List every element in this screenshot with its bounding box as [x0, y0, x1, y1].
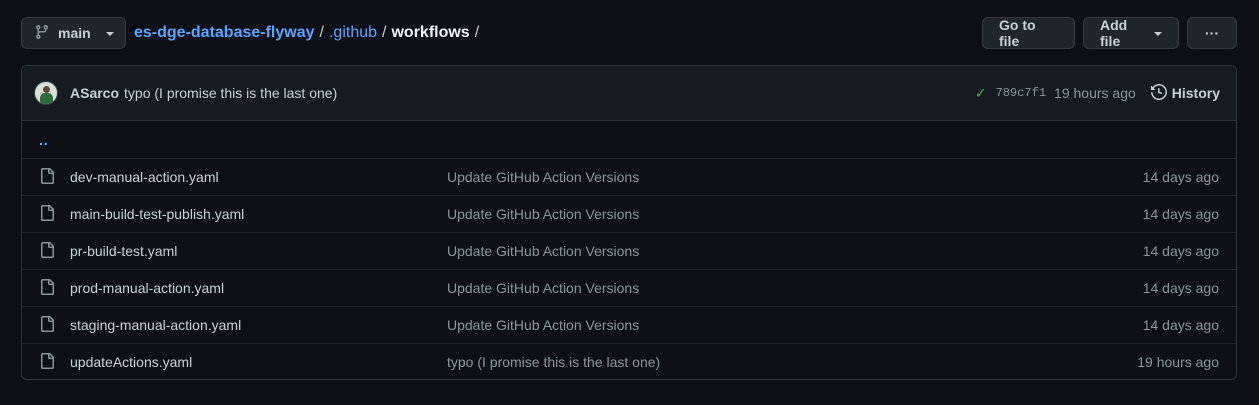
- file-commit-message-link[interactable]: Update GitHub Action Versions: [447, 317, 639, 333]
- file-icon: [39, 241, 55, 261]
- more-options-button[interactable]: ···: [1187, 17, 1237, 49]
- branch-name: main: [58, 25, 91, 41]
- parent-directory-row[interactable]: ..: [22, 121, 1236, 158]
- commit-sha-link[interactable]: 789c7f1: [996, 86, 1046, 100]
- commit-meta: ✓ 789c7f1 19 hours ago History: [975, 83, 1220, 103]
- kebab-horizontal-icon: ···: [1205, 25, 1219, 41]
- file-navigation: main es-dge-database-flyway / .github / …: [21, 17, 1237, 49]
- file-row[interactable]: main-build-test-publish.yaml Update GitHu…: [22, 195, 1236, 232]
- file-commit-age: 14 days ago: [1142, 317, 1219, 333]
- file-icon: [39, 167, 55, 187]
- file-name-link[interactable]: pr-build-test.yaml: [70, 243, 177, 259]
- breadcrumb-repo-link[interactable]: es-dge-database-flyway: [134, 24, 315, 42]
- breadcrumb-github-dir-link[interactable]: .github: [329, 24, 377, 42]
- file-name-link[interactable]: prod-manual-action.yaml: [70, 280, 224, 296]
- commit-message-link[interactable]: typo (I promise this is the last one): [124, 85, 337, 101]
- history-icon: [1150, 83, 1167, 103]
- file-commit-age: 14 days ago: [1142, 243, 1219, 259]
- latest-commit-bar: ASarco typo (I promise this is the last …: [22, 66, 1236, 121]
- go-to-file-button[interactable]: Go to file: [982, 17, 1075, 49]
- breadcrumb: es-dge-database-flyway / .github / workf…: [134, 17, 484, 49]
- add-file-button[interactable]: Add file: [1083, 17, 1179, 49]
- file-list-box: ASarco typo (I promise this is the last …: [21, 65, 1237, 380]
- history-label: History: [1171, 85, 1220, 101]
- file-row[interactable]: staging-manual-action.yaml Update GitHub …: [22, 306, 1236, 343]
- file-row[interactable]: updateActions.yaml typo (I promise this i…: [22, 343, 1236, 379]
- file-name-link[interactable]: staging-manual-action.yaml: [70, 317, 241, 333]
- breadcrumb-separator: /: [319, 24, 324, 41]
- file-commit-message-link[interactable]: Update GitHub Action Versions: [447, 206, 639, 222]
- file-row[interactable]: pr-build-test.yaml Update GitHub Action V…: [22, 232, 1236, 269]
- repo-file-browser: main es-dge-database-flyway / .github / …: [0, 0, 1259, 405]
- file-icon: [39, 352, 55, 372]
- branch-selector-button[interactable]: main: [21, 17, 126, 49]
- file-commit-age: 14 days ago: [1142, 206, 1219, 222]
- file-icon: [39, 204, 55, 224]
- file-name-link[interactable]: updateActions.yaml: [70, 354, 192, 370]
- breadcrumb-separator: /: [382, 24, 387, 41]
- file-commit-age: 14 days ago: [1142, 169, 1219, 185]
- commit-time: 19 hours ago: [1054, 85, 1136, 101]
- parent-directory-link[interactable]: ..: [39, 132, 49, 148]
- file-name-link[interactable]: dev-manual-action.yaml: [70, 169, 219, 185]
- git-branch-icon: [34, 24, 50, 43]
- file-commit-message-link[interactable]: Update GitHub Action Versions: [447, 280, 639, 296]
- file-commit-message-link[interactable]: Update GitHub Action Versions: [447, 243, 639, 259]
- add-file-label: Add file: [1100, 17, 1128, 49]
- file-commit-age: 14 days ago: [1142, 280, 1219, 296]
- history-link[interactable]: History: [1150, 83, 1220, 103]
- file-name-link[interactable]: main-build-test-publish.yaml: [70, 206, 244, 222]
- file-row[interactable]: prod-manual-action.yaml Update GitHub Act…: [22, 269, 1236, 306]
- file-actions: Go to file Add file ···: [982, 17, 1237, 49]
- file-commit-age: 19 hours ago: [1137, 354, 1219, 370]
- commit-author-link[interactable]: ASarco: [70, 85, 119, 101]
- file-row[interactable]: dev-manual-action.yaml Update GitHub Acti…: [22, 158, 1236, 195]
- file-icon: [39, 315, 55, 335]
- caret-down-icon: [1154, 31, 1162, 36]
- file-icon: [39, 278, 55, 298]
- caret-down-icon: [105, 31, 114, 36]
- breadcrumb-current-dir: workflows: [391, 24, 470, 41]
- avatar[interactable]: [34, 81, 58, 105]
- file-commit-message-link[interactable]: Update GitHub Action Versions: [447, 169, 639, 185]
- check-icon[interactable]: ✓: [975, 85, 987, 102]
- file-commit-message-link[interactable]: typo (I promise this is the last one): [447, 354, 660, 370]
- breadcrumb-separator: /: [474, 24, 480, 41]
